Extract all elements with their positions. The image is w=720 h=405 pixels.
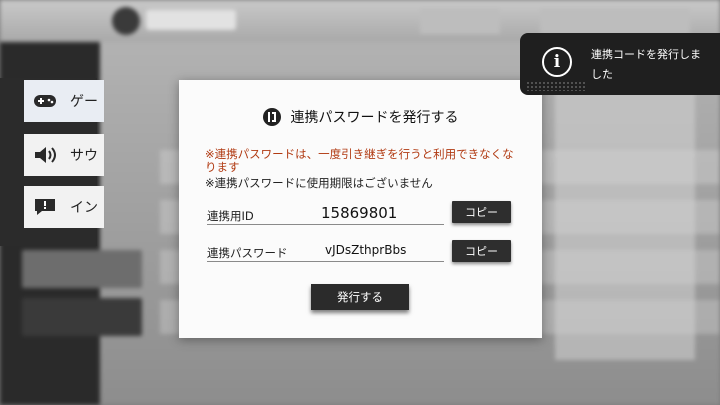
speaker-icon: [32, 142, 58, 168]
password-value: vJDsZthprBbs: [325, 243, 407, 257]
password-label: 連携パスワード: [207, 246, 288, 260]
background-avatar: [112, 7, 140, 35]
speech-bubble-icon: [32, 194, 58, 220]
menu-item-game[interactable]: ゲー: [24, 80, 104, 122]
app-logo-icon: [262, 108, 281, 126]
expiry-note: ※連携パスワードに使用期限はございません: [205, 176, 433, 190]
dialog-header: 連携パスワードを発行する: [179, 102, 542, 132]
toast-message: 連携コードを発行しました: [591, 48, 701, 81]
password-underline: [207, 261, 444, 262]
background-name-plate: [146, 10, 236, 30]
warning-text: ※連携パスワードは、一度引き継ぎを行うと利用できなくなります: [205, 147, 514, 174]
password-issue-dialog: 連携パスワードを発行する ※連携パスワードは、一度引き継ぎを行うと利用できなくな…: [179, 80, 542, 338]
menu-item-sound[interactable]: サウ: [24, 134, 104, 176]
menu-item-info[interactable]: イン: [24, 186, 104, 228]
copy-password-button[interactable]: コピー: [452, 240, 511, 262]
info-icon: i: [542, 47, 572, 77]
id-value: 15869801: [321, 204, 398, 222]
id-label: 連携用ID: [207, 209, 254, 223]
toast-pattern: [526, 81, 586, 91]
gamepad-icon: [32, 88, 58, 114]
menu-item-label: イン: [70, 200, 98, 216]
issue-button[interactable]: 発行する: [311, 284, 409, 310]
copy-id-button[interactable]: コピー: [452, 201, 511, 223]
menu-item-label: ゲー: [70, 94, 98, 110]
menu-item-label: サウ: [70, 148, 98, 164]
dialog-title: 連携パスワードを発行する: [290, 110, 459, 126]
id-underline: [207, 224, 444, 225]
toast-notification: i 連携コードを発行しました: [520, 33, 720, 95]
